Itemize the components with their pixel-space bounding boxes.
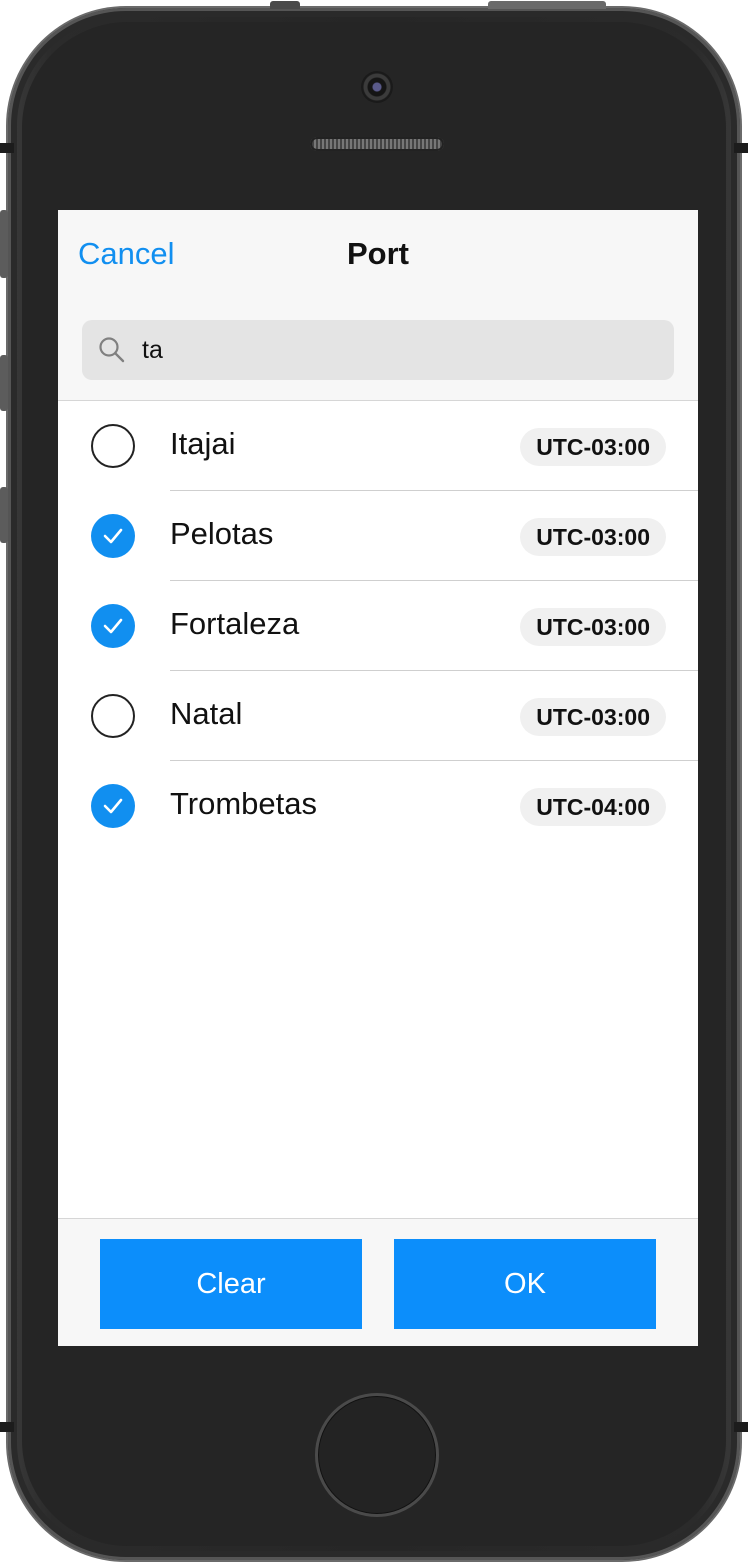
cancel-button[interactable]: Cancel bbox=[78, 236, 175, 272]
list-item[interactable]: Natal UTC-03:00 bbox=[58, 671, 698, 761]
ok-button[interactable]: OK bbox=[394, 1239, 656, 1329]
earpiece-speaker bbox=[310, 137, 444, 151]
antenna-band bbox=[0, 143, 14, 153]
antenna-band bbox=[734, 1422, 748, 1432]
list-item[interactable]: Trombetas UTC-04:00 bbox=[58, 761, 698, 851]
timezone-badge: UTC-03:00 bbox=[520, 518, 666, 556]
page-title: Port bbox=[347, 236, 409, 271]
picker-header: Cancel Port ta bbox=[58, 210, 698, 401]
port-name: Itajai bbox=[170, 426, 236, 461]
checkmark-circle-icon[interactable] bbox=[91, 784, 135, 828]
antenna-band bbox=[0, 1422, 14, 1432]
search-input[interactable]: ta bbox=[82, 320, 674, 380]
screen: Cancel Port ta Itajai UTC-03:00 Pelotas … bbox=[58, 210, 698, 1346]
timezone-badge: UTC-04:00 bbox=[520, 788, 666, 826]
unchecked-circle-icon[interactable] bbox=[91, 694, 135, 738]
port-name: Trombetas bbox=[170, 786, 318, 821]
action-footer: Clear OK bbox=[58, 1218, 698, 1346]
volume-down-button bbox=[0, 487, 8, 543]
antenna-band bbox=[734, 143, 748, 153]
list-item[interactable]: Pelotas UTC-03:00 bbox=[58, 491, 698, 581]
volume-up-button bbox=[0, 355, 8, 411]
frame-highlight bbox=[270, 1, 300, 9]
timezone-badge: UTC-03:00 bbox=[520, 608, 666, 646]
list-item[interactable]: Fortaleza UTC-03:00 bbox=[58, 581, 698, 671]
timezone-badge: UTC-03:00 bbox=[520, 698, 666, 736]
search-icon bbox=[99, 337, 125, 363]
clear-button[interactable]: Clear bbox=[100, 1239, 362, 1329]
timezone-badge: UTC-03:00 bbox=[520, 428, 666, 466]
mute-switch bbox=[0, 210, 8, 278]
front-camera bbox=[361, 71, 393, 103]
port-name: Fortaleza bbox=[170, 606, 300, 641]
power-button bbox=[488, 1, 606, 9]
search-query[interactable]: ta bbox=[142, 336, 163, 365]
port-name: Pelotas bbox=[170, 516, 274, 551]
port-name: Natal bbox=[170, 696, 243, 731]
home-button[interactable] bbox=[315, 1393, 439, 1517]
checkmark-circle-icon[interactable] bbox=[91, 604, 135, 648]
unchecked-circle-icon[interactable] bbox=[91, 424, 135, 468]
checkmark-circle-icon[interactable] bbox=[91, 514, 135, 558]
list-item[interactable]: Itajai UTC-03:00 bbox=[58, 401, 698, 491]
